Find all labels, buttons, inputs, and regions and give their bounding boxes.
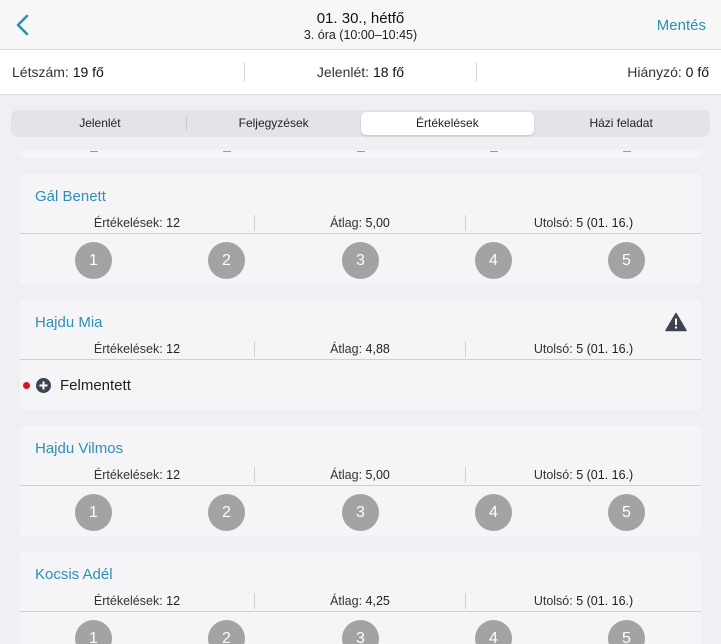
warning-triangle-icon[interactable]	[665, 312, 687, 332]
save-button[interactable]: Mentés	[657, 17, 706, 34]
headcount-value: 19 fő	[72, 64, 104, 80]
student-card: Hajdu Vilmos Értékelések: 12 Átlag: 5,00…	[20, 426, 701, 536]
student-name[interactable]: Hajdu Vilmos	[35, 440, 123, 457]
grade-button-4[interactable]: 4	[475, 620, 512, 644]
student-card: Gál Benett Értékelések: 12 Átlag: 5,00 U…	[20, 174, 701, 284]
grade-button-fragment	[223, 151, 231, 152]
grade-buttons: 1 2 3 4 5	[20, 494, 701, 532]
grade-button-5[interactable]: 5	[608, 242, 645, 279]
last-grade: Utolsó: 5 (01. 16.)	[533, 342, 634, 356]
student-name[interactable]: Gál Benett	[35, 188, 106, 205]
grade-button-3[interactable]: 3	[342, 242, 379, 279]
grade-buttons: 1 2 3 4 5	[20, 620, 701, 644]
average-grade: Átlag: 4,25	[255, 593, 466, 609]
exempt-label: Felmentett	[60, 377, 131, 394]
average-grade: Átlag: 5,00	[255, 215, 466, 231]
grade-button-5[interactable]: 5	[608, 494, 645, 531]
student-card: Hajdu Mia Értékelések: 12 Átlag: 4,88 Ut…	[20, 300, 701, 410]
grade-button-2[interactable]: 2	[208, 494, 245, 531]
tab-notes[interactable]: Feljegyzések	[187, 112, 361, 135]
last-grade: Utolsó: 5 (01. 16.)	[533, 216, 634, 230]
absent-label: Hiányzó:	[627, 64, 682, 80]
student-card-partial	[20, 150, 701, 158]
last-grade: Utolsó: 5 (01. 16.)	[533, 594, 634, 608]
student-metrics: Értékelések: 12 Átlag: 5,00 Utolsó: 5 (0…	[20, 212, 701, 234]
attendance-stats: Létszám: 19 fő Jelenlét: 18 fő Hiányzó: …	[0, 50, 721, 95]
grade-button-1[interactable]: 1	[75, 620, 112, 644]
present-value: 18 fő	[372, 64, 405, 80]
last-grade: Utolsó: 5 (01. 16.)	[533, 468, 634, 482]
evaluation-count: Értékelések: 12	[20, 467, 255, 483]
student-name[interactable]: Hajdu Mia	[35, 314, 103, 331]
evaluation-count: Értékelések: 12	[20, 593, 255, 609]
student-card: Kocsis Adél Értékelések: 12 Átlag: 4,25 …	[20, 552, 701, 644]
grade-button-1[interactable]: 1	[75, 494, 112, 531]
navigation-bar: 01. 30., hétfő 3. óra (10:00–10:45) Ment…	[0, 0, 721, 50]
grade-button-2[interactable]: 2	[208, 620, 245, 644]
headcount-label: Létszám:	[12, 64, 69, 80]
grade-button-4[interactable]: 4	[475, 242, 512, 279]
tab-attendance[interactable]: Jelenlét	[13, 112, 187, 135]
student-name[interactable]: Kocsis Adél	[35, 566, 113, 583]
absent-stat: Hiányzó: 0 fő	[477, 62, 721, 82]
grade-button-1[interactable]: 1	[75, 242, 112, 279]
segmented-control: Jelenlét Feljegyzések Értékelések Házi f…	[11, 110, 710, 137]
present-label: Jelenlét:	[316, 64, 370, 80]
grade-button-3[interactable]: 3	[342, 494, 379, 531]
grade-button-fragment	[357, 151, 365, 152]
present-stat: Jelenlét: 18 fő	[245, 62, 478, 82]
student-metrics: Értékelések: 12 Átlag: 4,25 Utolsó: 5 (0…	[20, 590, 701, 612]
grade-button-fragment	[623, 151, 631, 152]
headcount-stat: Létszám: 19 fő	[0, 62, 245, 82]
evaluation-count: Értékelések: 12	[20, 215, 255, 231]
grade-button-3[interactable]: 3	[342, 620, 379, 644]
grade-button-2[interactable]: 2	[208, 242, 245, 279]
plus-circle-icon	[36, 378, 51, 393]
tab-homework[interactable]: Házi feladat	[534, 112, 708, 135]
exempt-status-dot	[23, 382, 30, 389]
grade-button-fragment	[90, 151, 98, 152]
absent-value: 0 fő	[685, 64, 710, 80]
grade-button-fragment	[490, 151, 498, 152]
student-metrics: Értékelések: 12 Átlag: 5,00 Utolsó: 5 (0…	[20, 464, 701, 486]
grade-buttons: 1 2 3 4 5	[20, 242, 701, 280]
exempt-row[interactable]: Felmentett	[20, 362, 701, 410]
evaluation-count: Értékelések: 12	[20, 341, 255, 357]
average-grade: Átlag: 5,00	[255, 467, 466, 483]
grade-button-5[interactable]: 5	[608, 620, 645, 644]
student-list[interactable]: Gál Benett Értékelések: 12 Átlag: 5,00 U…	[0, 150, 721, 644]
student-metrics: Értékelések: 12 Átlag: 4,88 Utolsó: 5 (0…	[20, 338, 701, 360]
page-title: 01. 30., hétfő	[316, 10, 405, 27]
grade-button-4[interactable]: 4	[475, 494, 512, 531]
tab-evaluations[interactable]: Értékelések	[360, 112, 535, 135]
average-grade: Átlag: 4,88	[255, 341, 466, 357]
page-subtitle: 3. óra (10:00–10:45)	[303, 28, 418, 42]
